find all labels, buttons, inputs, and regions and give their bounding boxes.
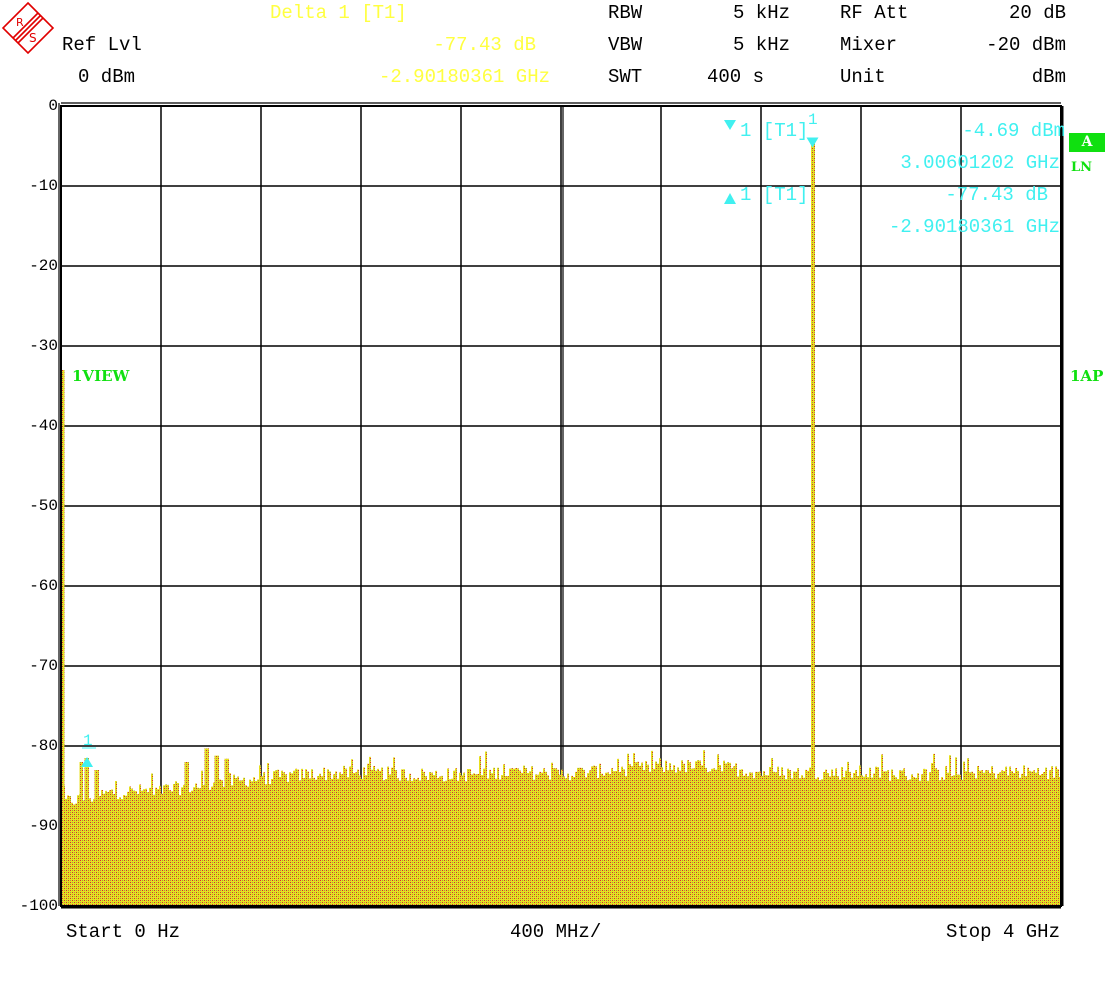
delta-1-number: 1 [83, 732, 93, 750]
status-badge-a: A [1069, 133, 1105, 152]
start-frequency: Start 0 Hz [66, 921, 181, 943]
marker-1-frequency: 3.00601202 GHz [900, 152, 1060, 174]
status-badge-ln: LN [1071, 160, 1093, 175]
delta-1-label: 1 [T1] [740, 184, 809, 206]
delta-1-level: -77.43 dB [945, 184, 1048, 206]
delta-1-up-triangle-icon [81, 756, 94, 767]
spectrum-plot [58, 102, 1064, 909]
span-per-division: 400 MHz/ [510, 921, 602, 943]
delta-1-frequency: -2.90180361 GHz [888, 216, 1060, 238]
marker-1-level: -4.69 dBm [962, 120, 1065, 142]
marker-symbols [81, 120, 819, 767]
stop-frequency: Stop 4 GHz [945, 921, 1060, 943]
trace-detector-label: 1AP [1070, 367, 1104, 385]
marker-1-label: 1 [T1] [740, 120, 809, 142]
delta-1-legend-icon [724, 193, 736, 204]
trace-view-label: 1VIEW [72, 367, 130, 385]
marker-1-number: 1 [808, 111, 818, 129]
marker-1-legend-icon [724, 120, 736, 130]
